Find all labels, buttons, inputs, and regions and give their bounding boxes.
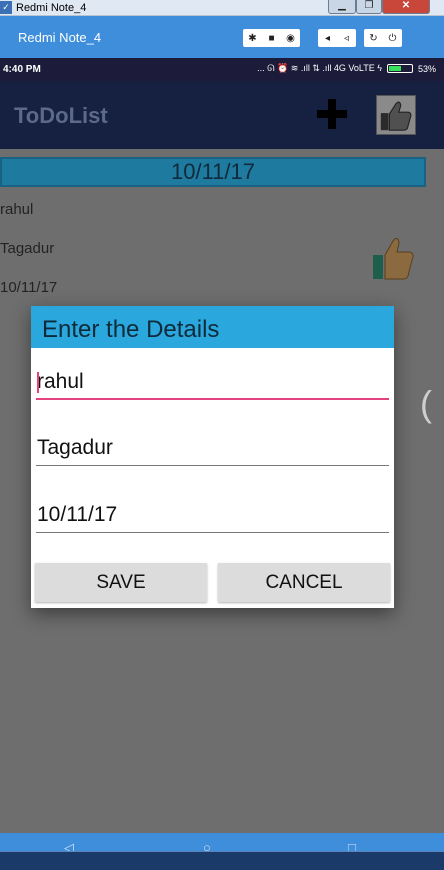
app-title: ToDoList [14, 103, 108, 128]
rotate-icon[interactable]: ↻ [364, 29, 383, 47]
status-time: 4:40 PM [3, 64, 41, 75]
add-icon[interactable] [315, 97, 349, 131]
volume-down-icon[interactable]: ◂ [318, 29, 337, 47]
maximize-button[interactable]: ❐ [356, 0, 382, 14]
battery-percent: 53% [417, 63, 436, 74]
scroll-handle-icon: ( [420, 383, 432, 424]
capture-controls: ✱ ■ ◉ [243, 29, 300, 47]
place-input-underline [36, 465, 389, 466]
date-input-underline [36, 532, 389, 533]
list-item-place[interactable]: Tagadur [0, 240, 54, 257]
battery-icon [386, 64, 413, 73]
app-window-icon: ✓ [0, 1, 12, 14]
name-input[interactable] [36, 364, 389, 400]
power-controls: ↻ ⏻ [364, 29, 402, 47]
list-item-name[interactable]: rahul [0, 201, 33, 218]
window-title-bar: ✓ Redmi Note_4 ▁ ❐ ✕ [0, 0, 444, 16]
place-input[interactable] [36, 430, 389, 466]
text-cursor [37, 372, 39, 393]
name-input-underline [36, 398, 389, 400]
date-input[interactable] [36, 497, 389, 533]
settings-icon[interactable]: ✱ [243, 29, 262, 47]
thumbs-up-icon[interactable] [370, 233, 416, 281]
power-icon[interactable]: ⏻ [383, 29, 402, 47]
emulator-toolbar: Redmi Note_4 ✱ ■ ◉ ◂ ◃ ↻ ⏻ [0, 16, 444, 58]
host-taskbar [0, 851, 444, 870]
place-field-container [36, 430, 389, 466]
status-indicators: ... ᘏ ⏰ ≋ .ıll ⇅ .ıll 4G VoLTE ϟ 53% [257, 63, 436, 74]
video-record-icon[interactable]: ■ [262, 29, 281, 47]
name-field-container [36, 364, 389, 400]
minimize-button[interactable]: ▁ [328, 0, 356, 14]
save-button[interactable]: SAVE [35, 563, 207, 602]
date-field-container [36, 497, 389, 533]
list-item-date[interactable]: 10/11/17 [0, 279, 57, 296]
list-date-header: 10/11/17 [0, 157, 426, 187]
cancel-button[interactable]: CANCEL [218, 563, 390, 602]
status-bar: 4:40 PM ... ᘏ ⏰ ≋ .ıll ⇅ .ıll 4G VoLTE ϟ… [0, 58, 444, 81]
volume-controls: ◂ ◃ [318, 29, 356, 47]
window-title: Redmi Note_4 [16, 2, 87, 14]
thumbs-up-icon[interactable] [376, 95, 416, 135]
camera-icon[interactable]: ◉ [281, 29, 300, 47]
app-action-bar: ToDoList [0, 81, 444, 149]
dialog-title: Enter the Details [42, 316, 220, 343]
details-dialog: Enter the Details SAVE CANCEL [31, 306, 394, 608]
dialog-header: Enter the Details [31, 306, 394, 348]
device-name: Redmi Note_4 [18, 30, 102, 45]
close-window-button[interactable]: ✕ [382, 0, 430, 14]
signal-icons: ... ᘏ ⏰ ≋ .ıll ⇅ .ıll 4G VoLTE ϟ [257, 63, 382, 73]
volume-up-icon[interactable]: ◃ [337, 29, 356, 47]
